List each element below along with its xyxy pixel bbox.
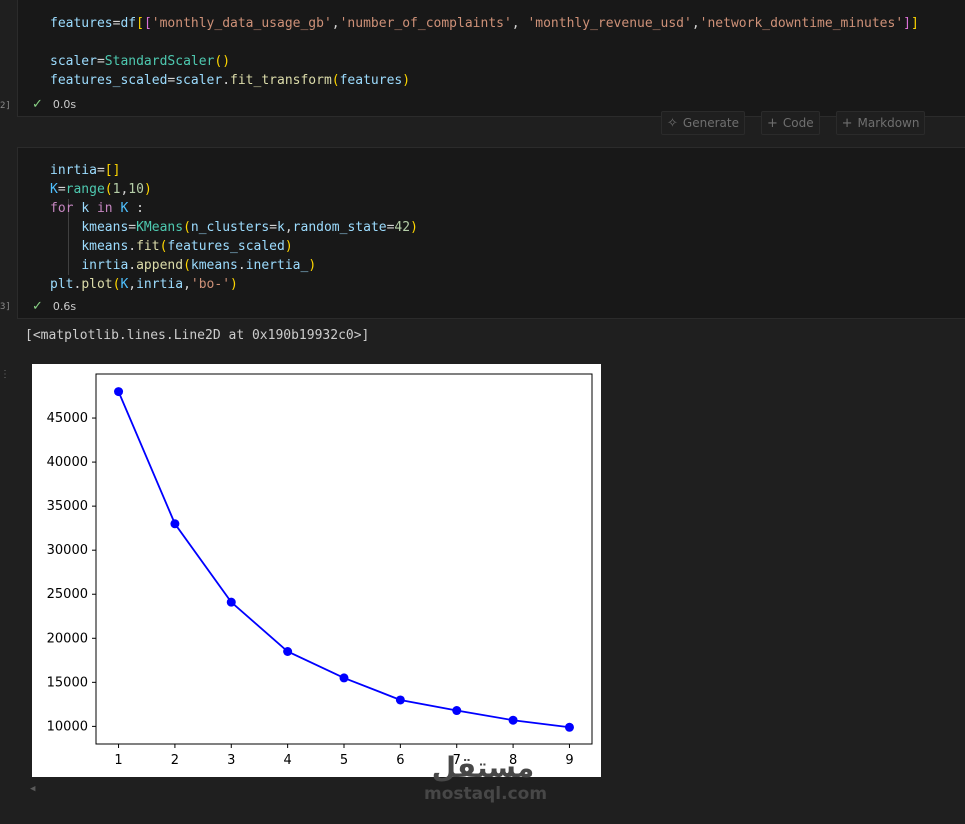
data-point xyxy=(114,387,124,397)
data-point xyxy=(395,695,405,705)
y-tick-label: 45000 xyxy=(47,411,88,426)
y-tick-label: 20000 xyxy=(47,631,88,646)
code-cell-2[interactable]: inrtia=[] K=range(1,10) for k in K : kmean… xyxy=(17,147,965,319)
cell-status-1: ✓ 0.0s xyxy=(32,97,76,112)
y-tick-label: 10000 xyxy=(47,719,88,734)
code-line: kmeans.fit(features_scaled) xyxy=(81,239,293,254)
code-line: features=df[['monthly_data_usage_gb','nu… xyxy=(50,16,919,31)
data-point xyxy=(170,519,180,529)
generate-label: Generate xyxy=(682,116,739,130)
add-markdown-button[interactable]: + Markdown xyxy=(835,111,926,135)
markdown-label: Markdown xyxy=(857,116,920,130)
check-icon: ✓ xyxy=(32,97,43,112)
code-line: scaler=StandardScaler() xyxy=(50,54,231,69)
add-code-button[interactable]: + Code xyxy=(760,111,820,135)
execution-count: 2] xyxy=(0,101,11,111)
y-tick-label: 40000 xyxy=(47,455,88,470)
code-line: features_scaled=scaler.fit_transform(fea… xyxy=(50,73,411,88)
y-tick-label: 15000 xyxy=(47,675,88,690)
plot-frame xyxy=(95,373,593,745)
code-cell-1[interactable]: features=df[['monthly_data_usage_gb','nu… xyxy=(17,0,965,117)
data-point xyxy=(452,706,462,716)
line-chart: 1 2 3 4 5 6 7 8 91000015000200002500030000350004… xyxy=(47,373,593,768)
exec-time: 0.0s xyxy=(52,98,77,111)
data-point xyxy=(339,673,349,683)
y-tick-label: 25000 xyxy=(47,587,88,602)
watermark: مستقل mostaql.com xyxy=(424,751,548,805)
output-collapse-icon[interactable]: ⋮ xyxy=(0,369,10,380)
cell-status-2: ✓ 0.6s xyxy=(32,299,76,314)
x-tick-label: 9 xyxy=(565,753,573,768)
plot-image: 1 2 3 4 5 6 7 8 9 10000 15000 20000 25000 30000 35000 4… xyxy=(32,364,601,777)
insert-cell-toolbar: ✧ Generate + Code + Markdown xyxy=(661,111,926,135)
code-line: plt.plot(K,inrtia,'bo-') xyxy=(50,277,238,292)
check-icon: ✓ xyxy=(32,299,43,314)
code-line: inrtia=[] xyxy=(50,163,121,178)
plus-icon: + xyxy=(766,115,778,131)
watermark-arabic: مستقل xyxy=(431,751,535,784)
code-label: Code xyxy=(782,116,814,130)
data-point xyxy=(508,715,518,725)
code-line: kmeans=KMeans(n_clusters=k,random_state=… xyxy=(81,220,418,235)
data-point xyxy=(564,722,574,732)
data-point xyxy=(226,597,236,607)
execution-count: 3] xyxy=(0,302,11,312)
sparkle-icon: ✧ xyxy=(667,115,678,131)
code-editor-1[interactable]: features=df[['monthly_data_usage_gb','nu… xyxy=(50,14,919,90)
generate-button[interactable]: ✧ Generate xyxy=(661,111,745,135)
y-tick-label: 30000 xyxy=(47,543,88,558)
x-tick-label: 6 xyxy=(396,753,404,768)
data-point xyxy=(283,647,293,656)
plus-icon: + xyxy=(841,115,853,131)
watermark-latin: mostaql.com xyxy=(424,784,548,804)
code-line: K=range(1,10) xyxy=(50,182,152,197)
x-tick-label: 2 xyxy=(171,753,179,768)
x-tick-label: 4 xyxy=(283,753,291,768)
y-tick-label: 35000 xyxy=(47,499,88,514)
exec-time: 0.6s xyxy=(52,300,77,313)
scroll-left-icon[interactable]: ◀ xyxy=(30,784,35,794)
cell-output-text: [<matplotlib.lines.Line2D at 0x190b19932… xyxy=(25,328,370,343)
code-editor-2[interactable]: inrtia=[] K=range(1,10) for k in K : kmean… xyxy=(50,161,418,294)
code-line: for k in K : xyxy=(50,201,144,216)
x-tick-label: 3 xyxy=(227,753,235,768)
x-tick-label: 1 xyxy=(114,753,122,768)
x-tick-label: 5 xyxy=(340,753,348,768)
code-line: inrtia.append(kmeans.inertia_) xyxy=(81,258,317,273)
